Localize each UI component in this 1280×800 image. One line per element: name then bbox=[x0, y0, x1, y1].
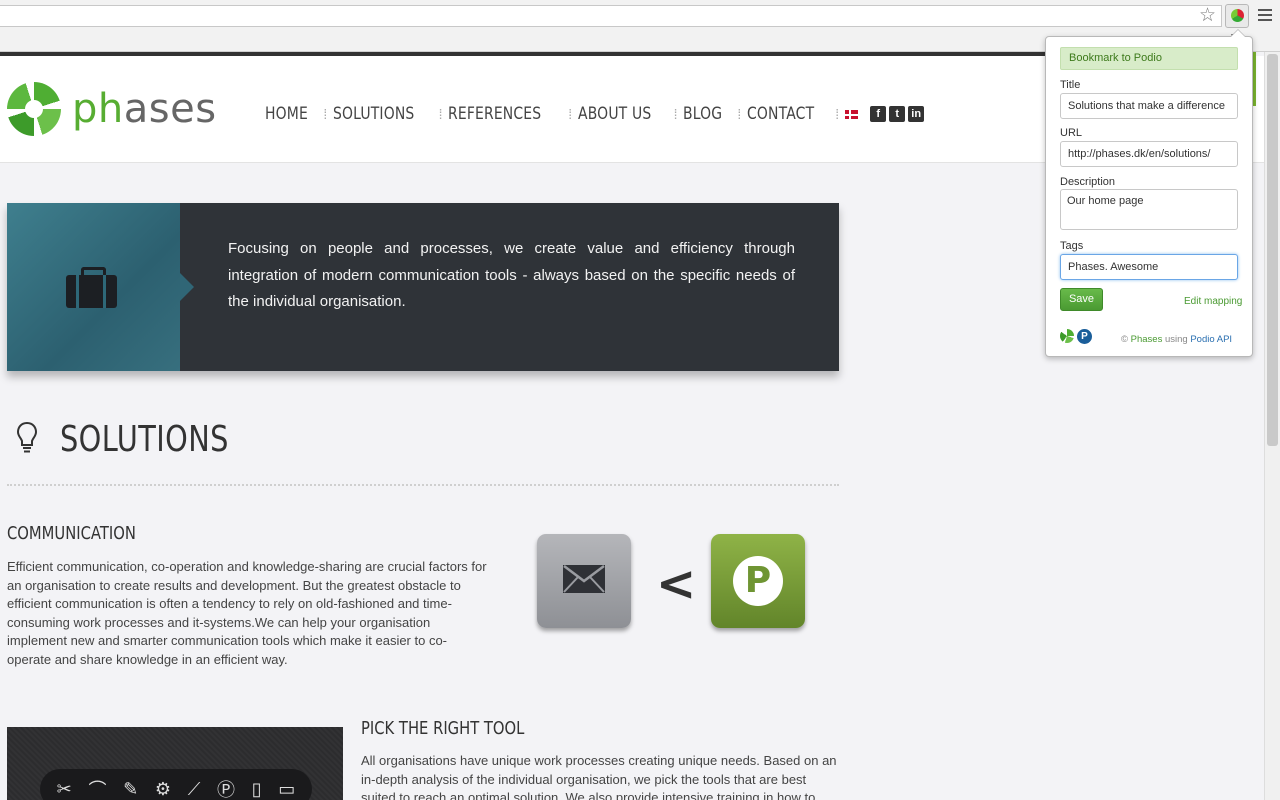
url-label: URL bbox=[1060, 127, 1083, 139]
pencil-icon: ✎ bbox=[123, 778, 139, 799]
footer-phases-link[interactable]: Phases bbox=[1131, 334, 1163, 345]
nav-separator: ⁞ bbox=[323, 106, 328, 122]
description-label: Description bbox=[1060, 176, 1116, 188]
description-textarea[interactable]: Our home page bbox=[1060, 189, 1238, 230]
solutions-title: SOLUTIONS bbox=[60, 419, 229, 460]
edit-mapping-link[interactable]: Edit mapping bbox=[1184, 296, 1242, 307]
nav-blog[interactable]: BLOG bbox=[683, 104, 722, 124]
podio-logo-icon: P bbox=[733, 556, 783, 606]
linkedin-icon[interactable]: in bbox=[908, 106, 925, 122]
footer-using-text: using bbox=[1164, 334, 1188, 345]
curve-icon: ⌒ bbox=[88, 780, 107, 800]
url-input[interactable] bbox=[1060, 141, 1238, 167]
nav-separator: ⁞ bbox=[568, 106, 573, 122]
facebook-icon[interactable]: f bbox=[870, 106, 887, 122]
hero-arrow bbox=[180, 273, 194, 301]
envelope-icon bbox=[563, 565, 605, 593]
address-bar[interactable] bbox=[0, 5, 1222, 27]
tags-input[interactable] bbox=[1060, 254, 1238, 280]
briefcase-icon bbox=[66, 267, 117, 308]
popup-footer: © Phases using Podio API bbox=[1121, 334, 1232, 345]
mail-tile bbox=[537, 534, 631, 628]
phases-extension-button[interactable] bbox=[1225, 4, 1249, 28]
popup-arrow bbox=[1230, 29, 1246, 37]
logo-suffix: ases bbox=[123, 86, 217, 132]
nav-separator: ⁞ bbox=[438, 106, 443, 122]
bookmark-popup: Bookmark to Podio Title URL Description … bbox=[1045, 29, 1253, 357]
nav-about-us[interactable]: ABOUT US bbox=[578, 104, 651, 124]
twitter-icon[interactable]: t bbox=[889, 106, 906, 122]
title-label: Title bbox=[1060, 79, 1081, 91]
hero-text: Focusing on people and processes, we cre… bbox=[228, 240, 795, 310]
logo-prefix: ph bbox=[72, 86, 124, 132]
social-links: f t in bbox=[870, 106, 925, 122]
scissors-icon: ✂ bbox=[56, 778, 72, 799]
phone-icon: ▯ bbox=[251, 778, 262, 799]
gear-icon: ⚙ bbox=[154, 778, 172, 799]
laptop-icon: ▭ bbox=[278, 778, 296, 799]
hero-banner: Focusing on people and processes, we cre… bbox=[7, 203, 839, 371]
phases-logo-icon bbox=[1060, 329, 1074, 343]
hero-leather-panel bbox=[7, 203, 180, 371]
scrollbar-thumb[interactable] bbox=[1267, 54, 1278, 446]
tags-label: Tags bbox=[1060, 240, 1084, 252]
site-logo-text[interactable]: phases bbox=[72, 86, 217, 132]
nav-home[interactable]: HOME bbox=[265, 104, 308, 124]
phases-extension-icon bbox=[1231, 9, 1244, 22]
page-scrollbar[interactable] bbox=[1264, 52, 1280, 800]
popup-header: Bookmark to Podio bbox=[1060, 47, 1238, 70]
phases-logo-icon[interactable] bbox=[7, 82, 61, 136]
communication-title: COMMUNICATION bbox=[7, 523, 136, 544]
main-nav: HOME ⁞ SOLUTIONS ⁞ REFERENCES ⁞ ABOUT US… bbox=[265, 104, 925, 124]
title-input[interactable] bbox=[1060, 93, 1238, 119]
podio-small-icon: Ⓟ bbox=[216, 780, 235, 800]
lightbulb-icon bbox=[16, 421, 38, 453]
save-button[interactable]: Save bbox=[1060, 288, 1103, 311]
nav-solutions[interactable]: SOLUTIONS bbox=[333, 104, 414, 124]
nav-separator: ⁞ bbox=[737, 106, 742, 122]
hamburger-menu-icon[interactable] bbox=[1256, 6, 1274, 24]
pick-tool-title: PICK THE RIGHT TOOL bbox=[361, 718, 525, 739]
nav-references[interactable]: REFERENCES bbox=[448, 104, 541, 124]
communication-text: Efficient communication, co-operation an… bbox=[7, 559, 487, 667]
less-than-symbol: < bbox=[656, 556, 697, 612]
nav-separator: ⁞ bbox=[673, 106, 678, 122]
danish-flag-icon[interactable] bbox=[845, 109, 859, 119]
chart-icon: ⟋ bbox=[187, 778, 201, 799]
copyright-symbol: © bbox=[1121, 334, 1128, 345]
podio-tile: P bbox=[711, 534, 805, 628]
tool-icons-bar: ✂ ⌒ ✎ ⚙ ⟋ Ⓟ ▯ ▭ bbox=[40, 769, 312, 800]
nav-separator: ⁞ bbox=[835, 106, 840, 122]
green-edge-accent bbox=[1253, 52, 1256, 106]
podio-logo-icon: P bbox=[1077, 329, 1092, 344]
footer-podio-api-link[interactable]: Podio API bbox=[1190, 334, 1232, 345]
section-divider bbox=[7, 484, 839, 486]
star-icon[interactable]: ☆ bbox=[1199, 6, 1216, 26]
tools-image: ✂ ⌒ ✎ ⚙ ⟋ Ⓟ ▯ ▭ bbox=[7, 727, 343, 800]
nav-contact[interactable]: CONTACT bbox=[747, 104, 814, 124]
pick-tool-text: All organisations have unique work proce… bbox=[361, 753, 837, 800]
